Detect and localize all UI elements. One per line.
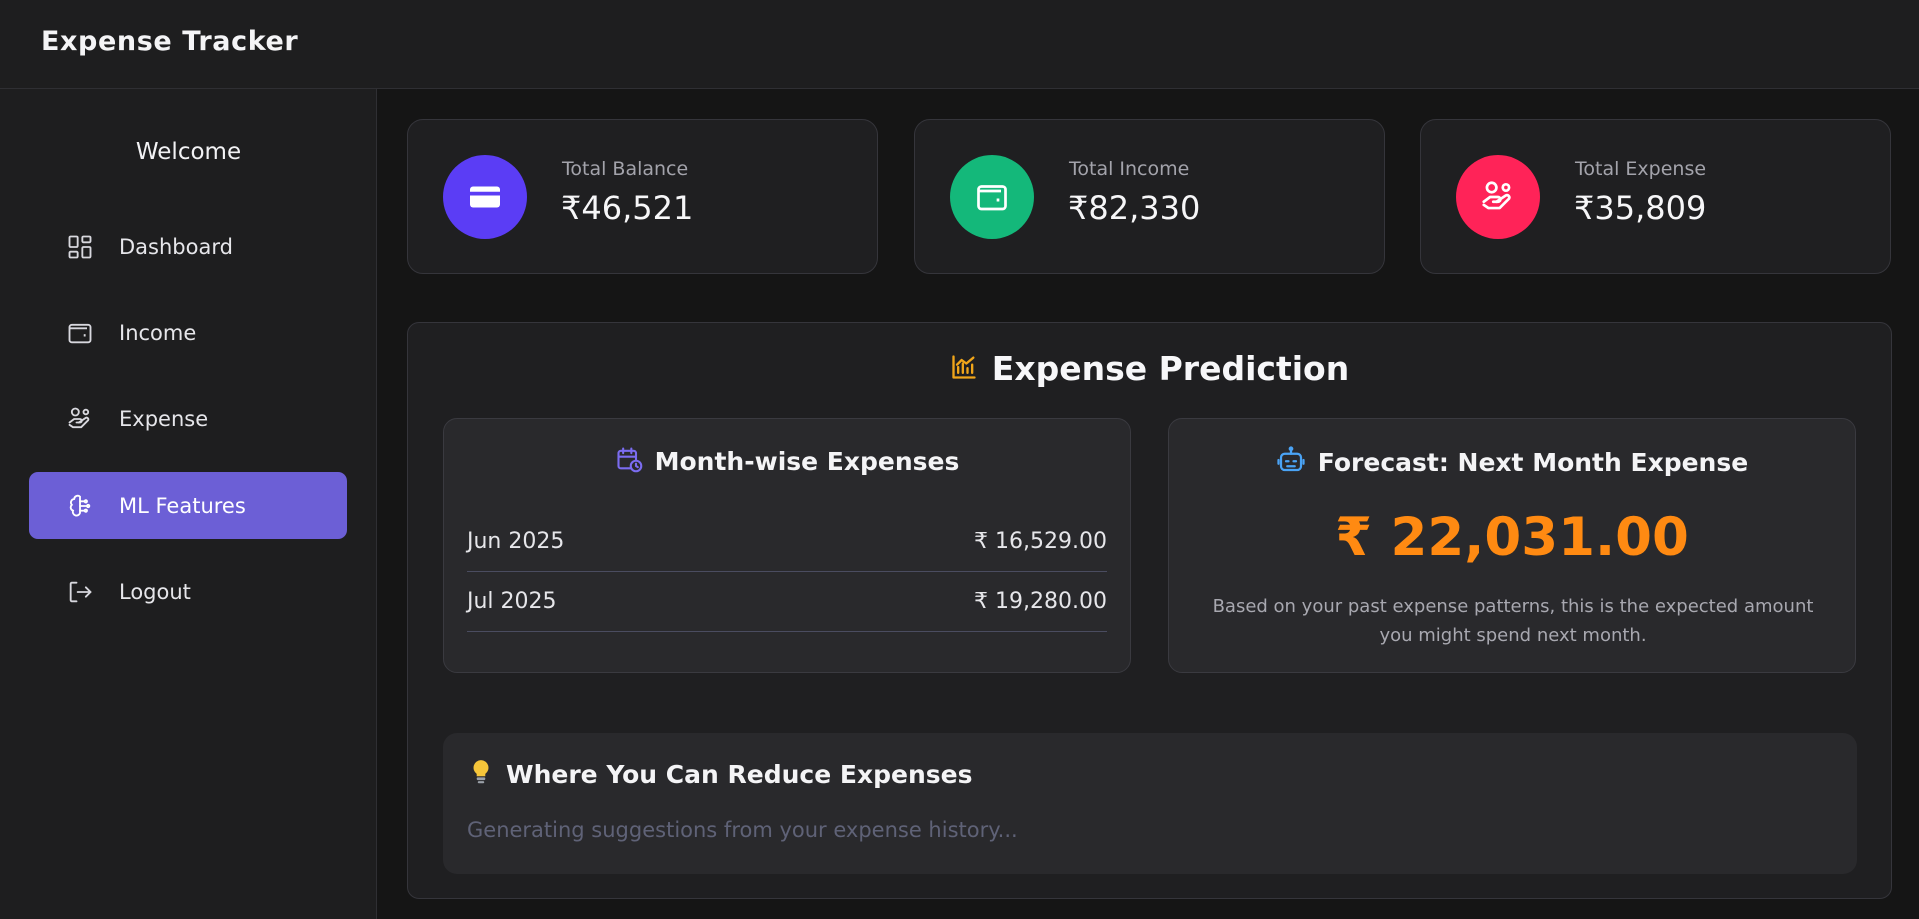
stat-label: Total Balance [562,158,689,180]
sidebar-item-label: Expense [119,406,209,431]
dashboard-icon [65,232,95,262]
sidebar-item-expense[interactable]: Expense [29,385,347,452]
stat-value: ₹35,809 [1574,189,1707,227]
month-amount: ₹ 19,280.00 [974,589,1107,614]
panel-title: Expense Prediction [408,349,1891,388]
total-income-card: Total Income ₹82,330 [914,119,1385,274]
hand-coins-icon [1456,155,1540,239]
chart-icon [950,353,978,385]
subcard-title: Month-wise Expenses [444,445,1130,477]
sidebar-item-label: Income [119,320,197,345]
forecast-description: Based on your past expense patterns, thi… [1212,596,1814,646]
panel-title-text: Expense Prediction [991,349,1350,388]
stat-value: ₹46,521 [561,189,694,227]
table-row: Jun 2025 ₹ 16,529.00 [467,512,1107,572]
wallet-icon [950,155,1034,239]
logout-icon [65,577,95,607]
month-amount: ₹ 16,529.00 [974,529,1107,554]
sidebar-item-ml-features[interactable]: ML Features [29,472,347,539]
sidebar-item-label: Logout [119,579,191,604]
hand-coins-icon [65,404,95,434]
subcard-title-text: Month-wise Expenses [654,446,960,476]
credit-card-icon [443,155,527,239]
brain-icon [65,491,95,521]
expense-prediction-panel: Expense Prediction Month-wise Expenses J… [407,322,1892,899]
subcard-title: Forecast: Next Month Expense [1169,445,1855,479]
wallet-icon [65,318,95,348]
forecast-card: Forecast: Next Month Expense ₹ 22,031.00… [1168,418,1856,673]
sidebar-item-logout[interactable]: Logout [29,558,347,625]
suggestions-status: Generating suggestions from your expense… [467,818,1018,842]
calendar-clock-icon [615,445,643,477]
welcome-text: Welcome [135,139,242,165]
sidebar-item-label: Dashboard [119,234,233,259]
sidebar-item-income[interactable]: Income [29,299,347,366]
forecast-amount: ₹ 22,031.00 [1335,507,1689,568]
stat-value: ₹82,330 [1068,189,1201,227]
stat-label: Total Income [1069,158,1190,180]
month-label: Jul 2025 [467,589,557,614]
total-balance-card: Total Balance ₹46,521 [407,119,878,274]
sidebar: Welcome Dashboard Income Expense ML Feat… [0,89,377,919]
lightbulb-icon [468,758,494,790]
sidebar-item-label: ML Features [119,493,246,518]
reduce-expenses-card: Where You Can Reduce Expenses Generating… [443,733,1857,874]
table-row: Jul 2025 ₹ 19,280.00 [467,572,1107,632]
month-wise-expenses-card: Month-wise Expenses Jun 2025 ₹ 16,529.00… [443,418,1131,673]
top-bar: Expense Tracker [0,0,1919,89]
app-title: Expense Tracker [41,26,299,57]
sidebar-item-dashboard[interactable]: Dashboard [29,213,347,280]
stat-label: Total Expense [1575,158,1707,180]
reduce-title-text: Where You Can Reduce Expenses [506,759,973,789]
subcard-title-text: Forecast: Next Month Expense [1317,447,1749,477]
robot-icon [1276,445,1306,479]
month-label: Jun 2025 [467,529,565,554]
total-expense-card: Total Expense ₹35,809 [1420,119,1891,274]
reduce-title: Where You Can Reduce Expenses [468,758,972,790]
